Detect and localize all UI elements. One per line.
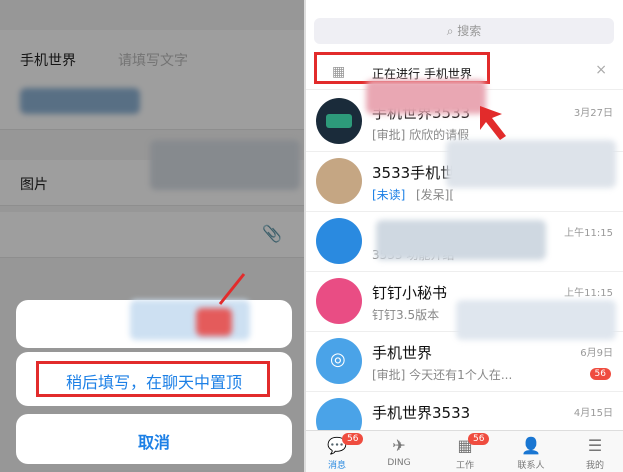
obscured-content bbox=[196, 308, 232, 336]
tab-contacts[interactable]: 👤 联系人 bbox=[502, 431, 560, 472]
list-item[interactable]: ◎ 手机世界 [审批] 今天还有1个人在... 6月9日 56 bbox=[306, 332, 623, 392]
avatar: ◎ bbox=[316, 338, 362, 384]
tab-badge: 56 bbox=[342, 433, 364, 445]
search-input[interactable]: ⌕ 搜索 bbox=[314, 18, 614, 44]
cancel-button[interactable]: 取消 bbox=[16, 429, 292, 453]
highlight-box bbox=[36, 361, 270, 397]
tab-me[interactable]: ☰ 我的 bbox=[566, 431, 623, 472]
conversation-time: 上午11:15 bbox=[564, 288, 613, 299]
ding-icon: ✈ bbox=[392, 436, 406, 455]
tab-bar: 💬 消息 56 ✈ DING ▦ 工作 56 👤 联系人 ☰ 我的 bbox=[306, 430, 623, 472]
avatar bbox=[316, 98, 362, 144]
tab-label: 消息 bbox=[327, 461, 346, 471]
conversation-time: 上午11:15 bbox=[564, 228, 613, 239]
left-screen: 手机世界 请填写文字 图片 📎 编 稍后填写，在聊天中置顶 取消 bbox=[0, 0, 304, 472]
obscured-content bbox=[446, 140, 616, 188]
tab-ding[interactable]: ✈ DING bbox=[370, 431, 428, 472]
contacts-icon: 👤 bbox=[521, 436, 541, 455]
tab-label: 工作 bbox=[455, 461, 474, 471]
conversation-preview: [审批] 今天还有1个人在... bbox=[372, 368, 513, 382]
right-screen: ⌕ 搜索 ▦ 正在进行 手机世界 × 手机世界3533 [审批] 欣欣的请假 3… bbox=[304, 0, 623, 472]
tab-label: 我的 bbox=[585, 461, 604, 471]
tab-label: 联系人 bbox=[517, 461, 545, 471]
conversation-title: 3533手机世 bbox=[372, 164, 456, 182]
arrow-pointer-icon bbox=[480, 106, 506, 140]
compass-icon: ◎ bbox=[330, 349, 346, 370]
avatar bbox=[316, 218, 362, 264]
avatar bbox=[316, 278, 362, 324]
menu-icon: ☰ bbox=[587, 436, 603, 455]
obscured-content bbox=[376, 220, 546, 260]
list-item[interactable]: 手机世界3533 4月15日 bbox=[306, 392, 623, 444]
unread-badge: 56 bbox=[589, 368, 611, 380]
tab-label: DING bbox=[387, 458, 411, 468]
conversation-title: 钉钉小秘书 bbox=[372, 284, 448, 302]
conversation-title: 手机世界 bbox=[372, 344, 433, 362]
conversation-preview: [发呆][ bbox=[416, 188, 455, 202]
tab-messages[interactable]: 💬 消息 56 bbox=[308, 431, 366, 472]
arrow-pointer-icon bbox=[218, 273, 246, 305]
conversation-time: 4月15日 bbox=[573, 408, 613, 419]
conversation-title: 手机世界3533 bbox=[372, 404, 471, 422]
obscured-content bbox=[456, 300, 616, 340]
conversation-time: 3月27日 bbox=[573, 108, 613, 119]
avatar bbox=[316, 158, 362, 204]
tab-badge: 56 bbox=[468, 433, 490, 445]
conversation-preview: 钉钉3.5版本 bbox=[372, 308, 440, 322]
search-placeholder: 搜索 bbox=[457, 24, 482, 38]
obscured-content bbox=[366, 80, 486, 114]
tab-work[interactable]: ▦ 工作 56 bbox=[436, 431, 494, 472]
conversation-tag: [未读] bbox=[372, 188, 406, 202]
action-sheet-cancel: 取消 bbox=[16, 414, 292, 464]
close-icon[interactable]: × bbox=[595, 62, 607, 78]
search-icon: ⌕ bbox=[446, 24, 454, 38]
conversation-time: 6月9日 bbox=[580, 348, 613, 359]
